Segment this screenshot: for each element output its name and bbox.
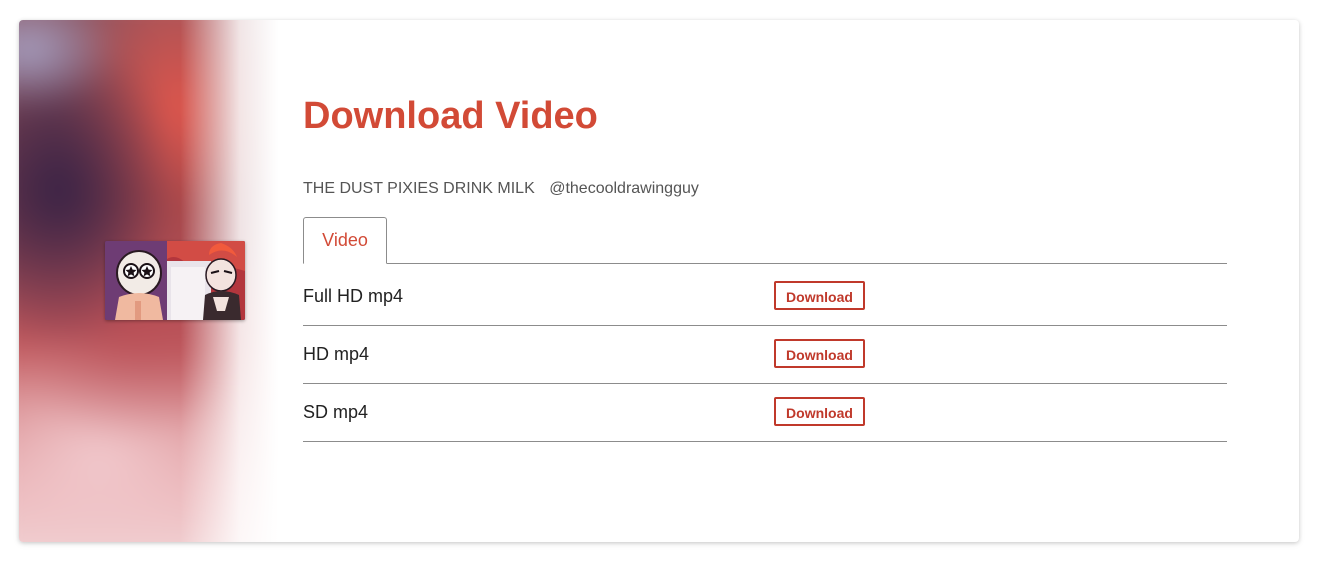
page-title: Download Video — [303, 95, 598, 137]
download-button-full-hd[interactable]: Download — [774, 281, 865, 310]
format-label: Full HD mp4 — [303, 286, 404, 306]
format-tabs: Video — [303, 217, 1227, 264]
format-row-sd: SD mp4 Download — [303, 384, 1227, 442]
format-label: HD mp4 — [303, 344, 370, 364]
video-author: @thecooldrawingguy — [549, 180, 699, 197]
video-title: THE DUST PIXIES DRINK MILK — [303, 180, 535, 197]
download-card: Download Video THE DUST PIXIES DRINK MIL… — [19, 20, 1299, 542]
video-meta: THE DUST PIXIES DRINK MILK @thecooldrawi… — [303, 180, 699, 198]
format-label: SD mp4 — [303, 402, 369, 422]
video-thumbnail[interactable] — [105, 241, 245, 320]
media-column — [19, 20, 279, 542]
format-list: Full HD mp4 Download HD mp4 Download SD … — [303, 268, 1227, 442]
tab-video[interactable]: Video — [303, 217, 387, 264]
format-row-hd: HD mp4 Download — [303, 326, 1227, 384]
download-button-hd[interactable]: Download — [774, 339, 865, 368]
download-button-sd[interactable]: Download — [774, 397, 865, 426]
format-row-full-hd: Full HD mp4 Download — [303, 268, 1227, 326]
